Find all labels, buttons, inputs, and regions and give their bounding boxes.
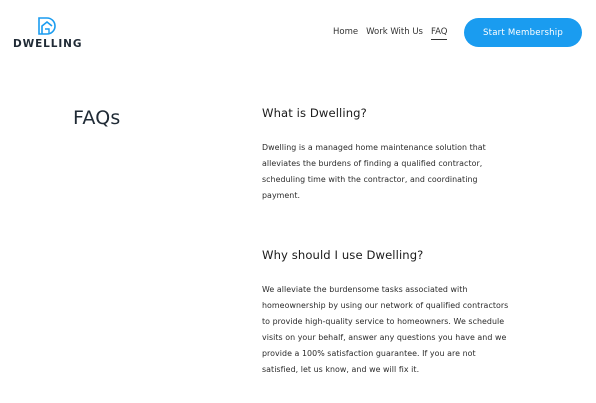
nav-link-work-with-us[interactable]: Work With Us <box>366 27 423 40</box>
nav-link-faq[interactable]: FAQ <box>431 27 448 40</box>
start-membership-button[interactable]: Start Membership <box>464 18 582 47</box>
brand-wordmark: DWELLING <box>13 38 83 50</box>
faq-item: Why should I use Dwelling? We alleviate … <box>262 248 512 378</box>
faq-answer: We alleviate the burdensome tasks associ… <box>262 285 509 374</box>
faq-question: Why should I use Dwelling? <box>262 248 424 262</box>
faq-answer: Dwelling is a managed home maintenance s… <box>262 143 486 200</box>
faq-item: What is Dwelling? Dwelling is a managed … <box>262 106 512 204</box>
page-title: FAQs <box>73 107 121 129</box>
faq-question: What is Dwelling? <box>262 106 367 120</box>
dwelling-house-d-icon <box>38 17 56 35</box>
logo-link[interactable]: DWELLING <box>12 16 82 52</box>
nav-link-home[interactable]: Home <box>333 27 358 40</box>
main-nav: Home Work With Us FAQ <box>333 27 448 40</box>
